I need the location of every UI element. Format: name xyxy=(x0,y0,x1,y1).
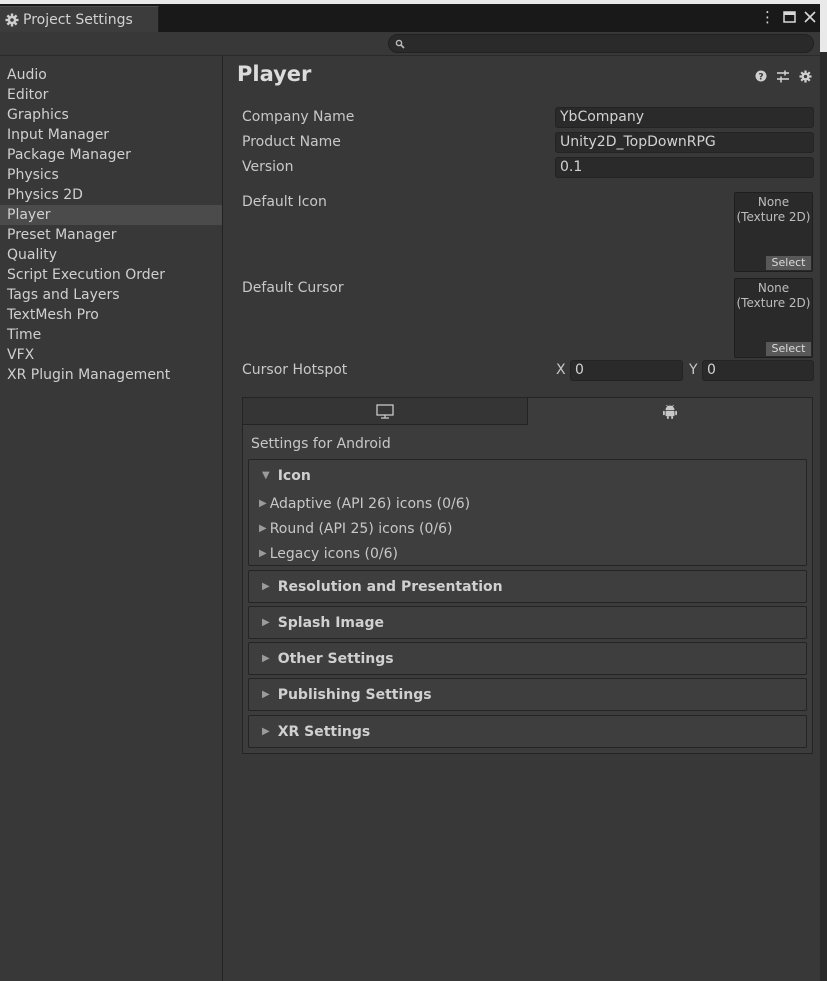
cursor-hotspot-label: Cursor Hotspot xyxy=(242,362,348,378)
publishing-settings-section[interactable]: ▶ Publishing Settings xyxy=(248,678,807,711)
default-cursor-select-button[interactable]: Select xyxy=(766,342,811,356)
section-title: Publishing Settings xyxy=(277,686,432,703)
title-icons: ? xyxy=(755,70,812,83)
default-icon-type: (Texture 2D) xyxy=(736,210,811,224)
window-controls: ⋮ xyxy=(760,9,816,25)
product-name-field[interactable]: Unity2D_TopDownRPG xyxy=(555,132,814,153)
company-name-label: Company Name xyxy=(242,109,355,125)
preset-icon[interactable] xyxy=(776,70,790,83)
sidebar-item-graphics[interactable]: Graphics xyxy=(0,105,222,125)
project-settings-window: Project Settings ⋮ Audio Editor Graphics… xyxy=(0,4,820,981)
sidebar-item-package-manager[interactable]: Package Manager xyxy=(0,145,222,165)
default-icon-select-button[interactable]: Select xyxy=(766,256,811,270)
round-icons-foldout[interactable]: ▶ Round (API 25) icons (0/6) xyxy=(249,516,806,541)
sidebar-item-textmesh-pro[interactable]: TextMesh Pro xyxy=(0,305,222,325)
section-title: Resolution and Presentation xyxy=(277,578,503,595)
settings-sidebar: Audio Editor Graphics Input Manager Pack… xyxy=(0,56,223,981)
hotspot-x-label: X xyxy=(556,362,566,378)
platform-tabs xyxy=(243,398,812,425)
tab-standalone[interactable] xyxy=(243,398,528,425)
page-title: Player xyxy=(237,62,312,86)
splash-image-section[interactable]: ▶ Splash Image xyxy=(248,606,807,639)
sidebar-item-tags-and-layers[interactable]: Tags and Layers xyxy=(0,285,222,305)
icon-section-title: Icon xyxy=(277,467,311,484)
search-input[interactable] xyxy=(388,34,814,53)
company-name-field[interactable]: YbCompany xyxy=(555,107,814,128)
section-title: Other Settings xyxy=(277,650,394,667)
help-icon[interactable]: ? xyxy=(755,70,767,82)
hotspot-x-field[interactable]: 0 xyxy=(570,360,683,381)
close-icon[interactable] xyxy=(804,11,816,23)
foldout-label: Adaptive (API 26) icons (0/6) xyxy=(269,495,471,512)
default-icon-value: None xyxy=(757,195,790,209)
settings-gear-icon[interactable] xyxy=(799,70,812,83)
collapsed-triangle-icon: ▶ xyxy=(259,523,267,534)
version-label: Version xyxy=(242,159,294,175)
xr-settings-section[interactable]: ▶ XR Settings xyxy=(248,715,807,748)
other-settings-section[interactable]: ▶ Other Settings xyxy=(248,642,807,675)
collapsed-triangle-icon: ▶ xyxy=(262,689,270,700)
default-cursor-texture-field[interactable]: None (Texture 2D) Select xyxy=(734,278,813,358)
sidebar-item-editor[interactable]: Editor xyxy=(0,85,222,105)
default-cursor-value: None xyxy=(757,281,790,295)
section-title: Splash Image xyxy=(277,614,384,631)
settings-for-android-label: Settings for Android xyxy=(251,436,391,452)
sidebar-item-quality[interactable]: Quality xyxy=(0,245,222,265)
collapsed-triangle-icon: ▶ xyxy=(262,581,270,592)
platform-settings-box: Settings for Android ▼ Icon ▶ Adaptive (A… xyxy=(242,397,813,754)
kebab-menu-icon[interactable]: ⋮ xyxy=(760,9,775,25)
player-settings-panel: Player ? Company Name YbCompany Product … xyxy=(224,56,820,981)
sidebar-item-preset-manager[interactable]: Preset Manager xyxy=(0,225,222,245)
icon-section-header[interactable]: ▼ Icon xyxy=(249,460,806,491)
svg-text:?: ? xyxy=(758,73,763,83)
expanded-triangle-icon: ▼ xyxy=(262,470,270,481)
default-icon-label: Default Icon xyxy=(242,194,327,210)
sidebar-item-physics-2d[interactable]: Physics 2D xyxy=(0,185,222,205)
maximize-icon[interactable] xyxy=(783,11,796,23)
foldout-label: Legacy icons (0/6) xyxy=(269,545,398,562)
sidebar-item-physics[interactable]: Physics xyxy=(0,165,222,185)
sidebar-item-time[interactable]: Time xyxy=(0,325,222,345)
sidebar-item-player[interactable]: Player xyxy=(0,205,222,225)
collapsed-triangle-icon: ▶ xyxy=(262,617,270,628)
default-cursor-type: (Texture 2D) xyxy=(736,296,811,310)
hotspot-y-label: Y xyxy=(689,362,698,378)
legacy-icons-foldout[interactable]: ▶ Legacy icons (0/6) xyxy=(249,541,806,566)
hotspot-y-field[interactable]: 0 xyxy=(702,360,814,381)
toolbar xyxy=(0,32,820,56)
collapsed-triangle-icon: ▶ xyxy=(262,653,270,664)
sidebar-item-vfx[interactable]: VFX xyxy=(0,345,222,365)
android-icon xyxy=(663,404,677,419)
tab-project-settings[interactable]: Project Settings xyxy=(0,6,159,32)
monitor-icon xyxy=(376,403,394,419)
resolution-section[interactable]: ▶ Resolution and Presentation xyxy=(248,570,807,603)
tab-title: Project Settings xyxy=(23,11,133,28)
foldout-label: Round (API 25) icons (0/6) xyxy=(269,520,453,537)
sidebar-item-script-execution-order[interactable]: Script Execution Order xyxy=(0,265,222,285)
collapsed-triangle-icon: ▶ xyxy=(259,548,267,559)
gear-icon xyxy=(5,13,19,26)
background-window-edge xyxy=(820,0,827,981)
icon-section: ▼ Icon ▶ Adaptive (API 26) icons (0/6) ▶ R… xyxy=(248,459,807,566)
tab-android[interactable] xyxy=(528,398,812,425)
sidebar-item-xr-plugin-management[interactable]: XR Plugin Management xyxy=(0,365,222,385)
collapsed-triangle-icon: ▶ xyxy=(259,498,267,509)
version-field[interactable]: 0.1 xyxy=(555,157,814,178)
product-name-label: Product Name xyxy=(242,134,341,150)
search-icon xyxy=(395,39,405,49)
sidebar-item-input-manager[interactable]: Input Manager xyxy=(0,125,222,145)
sidebar-item-audio[interactable]: Audio xyxy=(0,65,222,85)
section-title: XR Settings xyxy=(277,723,371,740)
default-icon-texture-field[interactable]: None (Texture 2D) Select xyxy=(734,192,813,272)
default-cursor-label: Default Cursor xyxy=(242,280,344,296)
titlebar: Project Settings ⋮ xyxy=(0,4,820,32)
collapsed-triangle-icon: ▶ xyxy=(262,726,270,737)
adaptive-icons-foldout[interactable]: ▶ Adaptive (API 26) icons (0/6) xyxy=(249,491,806,516)
